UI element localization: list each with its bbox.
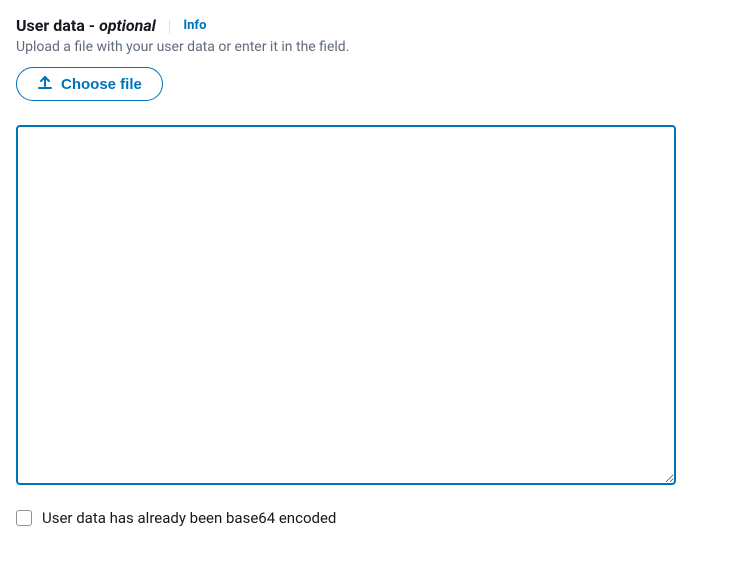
info-link[interactable]: Info [183, 18, 206, 33]
user-data-textarea[interactable] [16, 125, 676, 485]
section-header: User data - optional | Info [16, 16, 719, 35]
section-title: User data - optional [16, 16, 156, 35]
title-text: User data [16, 16, 85, 35]
header-separator: | [168, 16, 172, 35]
choose-file-button[interactable]: Choose file [16, 67, 163, 101]
title-dash: - [85, 16, 99, 35]
base64-checkbox[interactable] [16, 510, 32, 526]
optional-label: optional [99, 16, 156, 35]
upload-icon [37, 74, 53, 94]
section-description: Upload a file with your user data or ent… [16, 39, 719, 55]
base64-checkbox-row: User data has already been base64 encode… [16, 509, 719, 527]
choose-file-label: Choose file [61, 76, 142, 93]
base64-checkbox-label[interactable]: User data has already been base64 encode… [42, 509, 336, 527]
